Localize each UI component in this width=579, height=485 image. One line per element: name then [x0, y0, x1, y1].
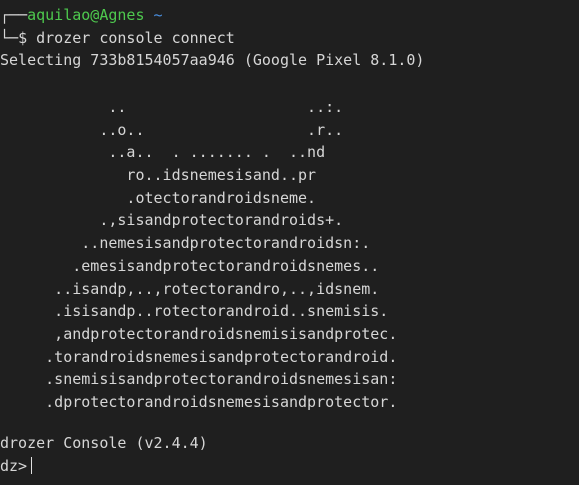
console-version: drozer Console (v2.4.4) [0, 434, 208, 452]
status-line: Selecting 733b8154057aa946 (Google Pixel… [0, 51, 425, 70]
prompt-header-line: ┌──aquilao@Agnes ~ [0, 4, 579, 27]
banner-line: ,andprotectorandroidsnemisisandprotec. [0, 324, 398, 343]
ascii-banner: .. ..:. ..o.. .r.. ..a.. . ....... . ..n… [0, 96, 397, 414]
banner-line: ..o.. .r.. [0, 120, 344, 139]
banner-line: ..nemesisandprotectorandroidsn:. [0, 234, 371, 253]
banner-line: ..isandp,..,rotectorandro,..,idsnem. [0, 279, 380, 298]
terminal-window[interactable]: ┌──aquilao@Agnes ~ └─$ drozer console co… [0, 0, 579, 485]
prompt-symbol: $ [18, 28, 28, 47]
console-input-line[interactable]: dz> [0, 455, 208, 478]
prompt-box-bottom: └─ [0, 28, 19, 47]
banner-line: ..a.. . ....... . ..nd [0, 143, 326, 162]
prompt-cwd: ~ [153, 6, 163, 24]
banner-line: .dprotectorandroidsnemesisandprotector. [0, 392, 398, 411]
banner-line: .isisandp..rotectorandroid..snemisis. [0, 302, 389, 321]
command-text: drozer console connect [36, 28, 235, 47]
banner-line: .snemisisandprotectorandroidsnemesisan: [0, 370, 398, 389]
banner-line: .,sisandprotectorandroids+. [0, 211, 344, 230]
banner-line: .emesisandprotectorandroidsnemes.. [0, 256, 380, 275]
banner-line: ro..idsnemesisand..pr [0, 166, 317, 185]
text-cursor[interactable] [31, 456, 33, 474]
prompt-command-line: └─$ drozer console connect [0, 27, 579, 50]
console-prompt: dz> [0, 456, 28, 475]
banner-line: .torandroidsnemesisandprotectorandroid. [0, 347, 398, 366]
banner-line: .. ..:. [0, 98, 344, 116]
prompt-user-host: aquilao@Agnes [27, 6, 145, 24]
prompt-box-top: ┌── [0, 6, 28, 24]
console-footer: drozer Console (v2.4.4) dz> [0, 432, 208, 477]
banner-line: .otectorandroidsneme. [0, 188, 317, 207]
